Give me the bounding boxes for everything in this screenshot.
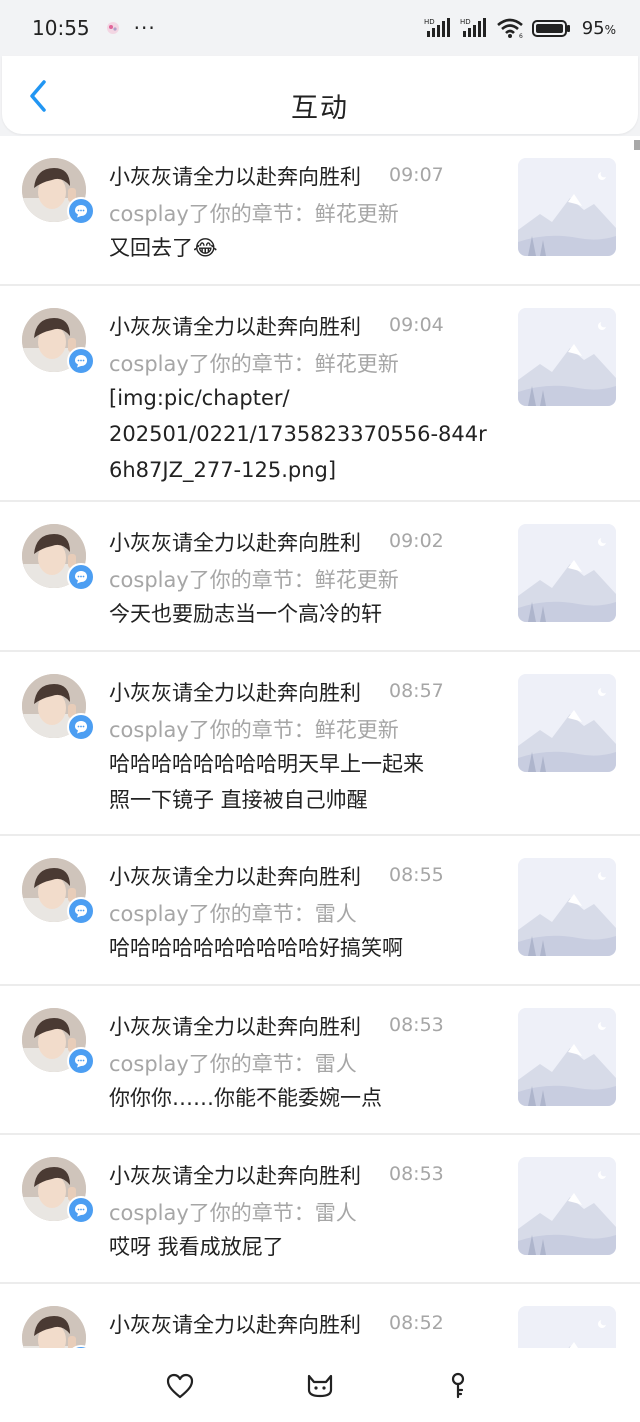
chat-bubble-icon	[73, 203, 89, 219]
svg-text:HD: HD	[424, 18, 435, 26]
comment-badge	[67, 1047, 95, 1075]
action-description: cosplay了你的章节：鲜花更新	[109, 202, 399, 226]
bottom-bar	[0, 1348, 640, 1422]
image-placeholder-icon	[518, 858, 616, 956]
scrollbar-thumb[interactable]	[634, 140, 640, 150]
comment-text: [img:pic/chapter/ 202501/0221/1735823370…	[109, 386, 487, 482]
image-placeholder-icon	[518, 524, 616, 622]
header: 互动	[2, 56, 638, 134]
chat-bubble-icon	[73, 719, 89, 735]
image-placeholder-icon	[518, 674, 616, 772]
chapter-thumbnail[interactable]	[518, 858, 616, 956]
app-notification-icon	[104, 19, 122, 37]
user-name[interactable]: 小灰灰请全力以赴奔向胜利	[109, 311, 361, 341]
interaction-list[interactable]: 小灰灰请全力以赴奔向胜利 09:07 cosplay了你的章节：鲜花更新 又回去了😂 小…	[0, 136, 640, 1348]
user-name[interactable]: 小灰灰请全力以赴奔向胜利	[109, 527, 361, 557]
image-placeholder-icon	[518, 158, 616, 256]
timestamp: 09:02	[389, 530, 444, 552]
interaction-item[interactable]: 小灰灰请全力以赴奔向胜利 09:02 cosplay了你的章节：鲜花更新 今天也要励志…	[0, 502, 640, 652]
timestamp: 09:07	[389, 164, 444, 186]
user-name[interactable]: 小灰灰请全力以赴奔向胜利	[109, 1011, 361, 1041]
battery-level: 95%	[581, 17, 616, 39]
interaction-item[interactable]: 小灰灰请全力以赴奔向胜利 08:53 cosplay了你的章节：雷人你你你……你能不…	[0, 986, 640, 1135]
comment-badge	[67, 713, 95, 741]
svg-text:HD: HD	[460, 18, 471, 26]
comment-badge	[67, 897, 95, 925]
interaction-item[interactable]: 小灰灰请全力以赴奔向胜利 08:52	[0, 1284, 640, 1348]
signal-hd-icon-2: HD	[460, 17, 490, 39]
action-description: cosplay了你的章节：雷人	[109, 902, 357, 926]
chapter-thumbnail[interactable]	[518, 158, 616, 256]
signal-hd-icon: HD	[424, 17, 454, 39]
chapter-thumbnail[interactable]	[518, 524, 616, 622]
comment-badge	[67, 347, 95, 375]
image-placeholder-icon	[518, 1008, 616, 1106]
cat-icon	[307, 1374, 333, 1398]
key-icon	[451, 1372, 465, 1399]
timestamp: 08:53	[389, 1014, 444, 1036]
key-nav-button[interactable]	[438, 1366, 478, 1406]
user-name[interactable]: 小灰灰请全力以赴奔向胜利	[109, 1160, 361, 1190]
timestamp: 08:57	[389, 680, 444, 702]
comment-text: 今天也要励志当一个高冷的轩	[109, 602, 382, 626]
action-description: cosplay了你的章节：鲜花更新	[109, 718, 399, 742]
chapter-thumbnail[interactable]	[518, 1157, 616, 1255]
user-name[interactable]: 小灰灰请全力以赴奔向胜利	[109, 161, 361, 191]
timestamp: 08:52	[389, 1312, 444, 1334]
svg-text:6: 6	[519, 33, 523, 39]
more-notifications-icon: ···	[133, 16, 156, 40]
timestamp: 09:04	[389, 314, 444, 336]
page-title: 互动	[291, 93, 349, 124]
chat-bubble-icon	[73, 1053, 89, 1069]
wifi-icon: 6	[496, 17, 526, 39]
heart-nav-button[interactable]	[160, 1366, 200, 1406]
user-name[interactable]: 小灰灰请全力以赴奔向胜利	[109, 1309, 361, 1339]
heart-icon	[166, 1373, 194, 1399]
timestamp: 08:53	[389, 1163, 444, 1185]
action-description: cosplay了你的章节：雷人	[109, 1201, 357, 1225]
chapter-thumbnail[interactable]	[518, 674, 616, 772]
battery-icon	[531, 17, 572, 39]
interaction-item[interactable]: 小灰灰请全力以赴奔向胜利 08:55 cosplay了你的章节：雷人哈哈哈哈哈哈哈哈…	[0, 836, 640, 986]
header-background: 互动	[0, 56, 640, 136]
chat-bubble-icon	[73, 1202, 89, 1218]
action-description: cosplay了你的章节：鲜花更新	[109, 352, 399, 376]
comment-text: 你你你……你能不能委婉一点	[109, 1086, 382, 1110]
comment-text: 哈哈哈哈哈哈哈哈明天早上一起来 照一下镜子 直接被自己帅醒	[109, 752, 424, 812]
comment-badge	[67, 197, 95, 225]
image-placeholder-icon	[518, 1157, 616, 1255]
chapter-thumbnail[interactable]	[518, 1008, 616, 1106]
image-placeholder-icon	[518, 308, 616, 406]
comment-badge	[67, 1196, 95, 1224]
interaction-item[interactable]: 小灰灰请全力以赴奔向胜利 09:07 cosplay了你的章节：鲜花更新 又回去了😂	[0, 136, 640, 286]
action-description: cosplay了你的章节：鲜花更新	[109, 568, 399, 592]
chat-bubble-icon	[73, 569, 89, 585]
interaction-item[interactable]: 小灰灰请全力以赴奔向胜利 08:57 cosplay了你的章节：鲜花更新哈哈哈哈哈哈…	[0, 652, 640, 836]
comment-text: 哎呀 我看成放屁了	[109, 1235, 284, 1259]
interaction-item[interactable]: 小灰灰请全力以赴奔向胜利 08:53 cosplay了你的章节：雷人 哎呀 我看成放屁…	[0, 1135, 640, 1284]
chat-bubble-icon	[73, 353, 89, 369]
cat-nav-button[interactable]	[300, 1366, 340, 1406]
status-bar: 10:55 ··· HD HD 6 95%	[0, 0, 640, 56]
timestamp: 08:55	[389, 864, 444, 886]
user-name[interactable]: 小灰灰请全力以赴奔向胜利	[109, 861, 361, 891]
avatar[interactable]	[22, 1306, 86, 1348]
comment-badge	[67, 563, 95, 591]
user-name[interactable]: 小灰灰请全力以赴奔向胜利	[109, 677, 361, 707]
chapter-thumbnail[interactable]	[518, 308, 616, 406]
chat-bubble-icon	[73, 903, 89, 919]
image-placeholder-icon	[518, 1306, 616, 1348]
interaction-item[interactable]: 小灰灰请全力以赴奔向胜利 09:04 cosplay了你的章节：鲜花更新 [img:p…	[0, 286, 640, 502]
chapter-thumbnail[interactable]	[518, 1306, 616, 1348]
action-description: cosplay了你的章节：雷人	[109, 1052, 357, 1076]
status-time: 10:55	[32, 16, 90, 40]
comment-text: 哈哈哈哈哈哈哈哈哈哈好搞笑啊	[109, 936, 403, 960]
comment-text: 又回去了😂	[109, 236, 218, 260]
